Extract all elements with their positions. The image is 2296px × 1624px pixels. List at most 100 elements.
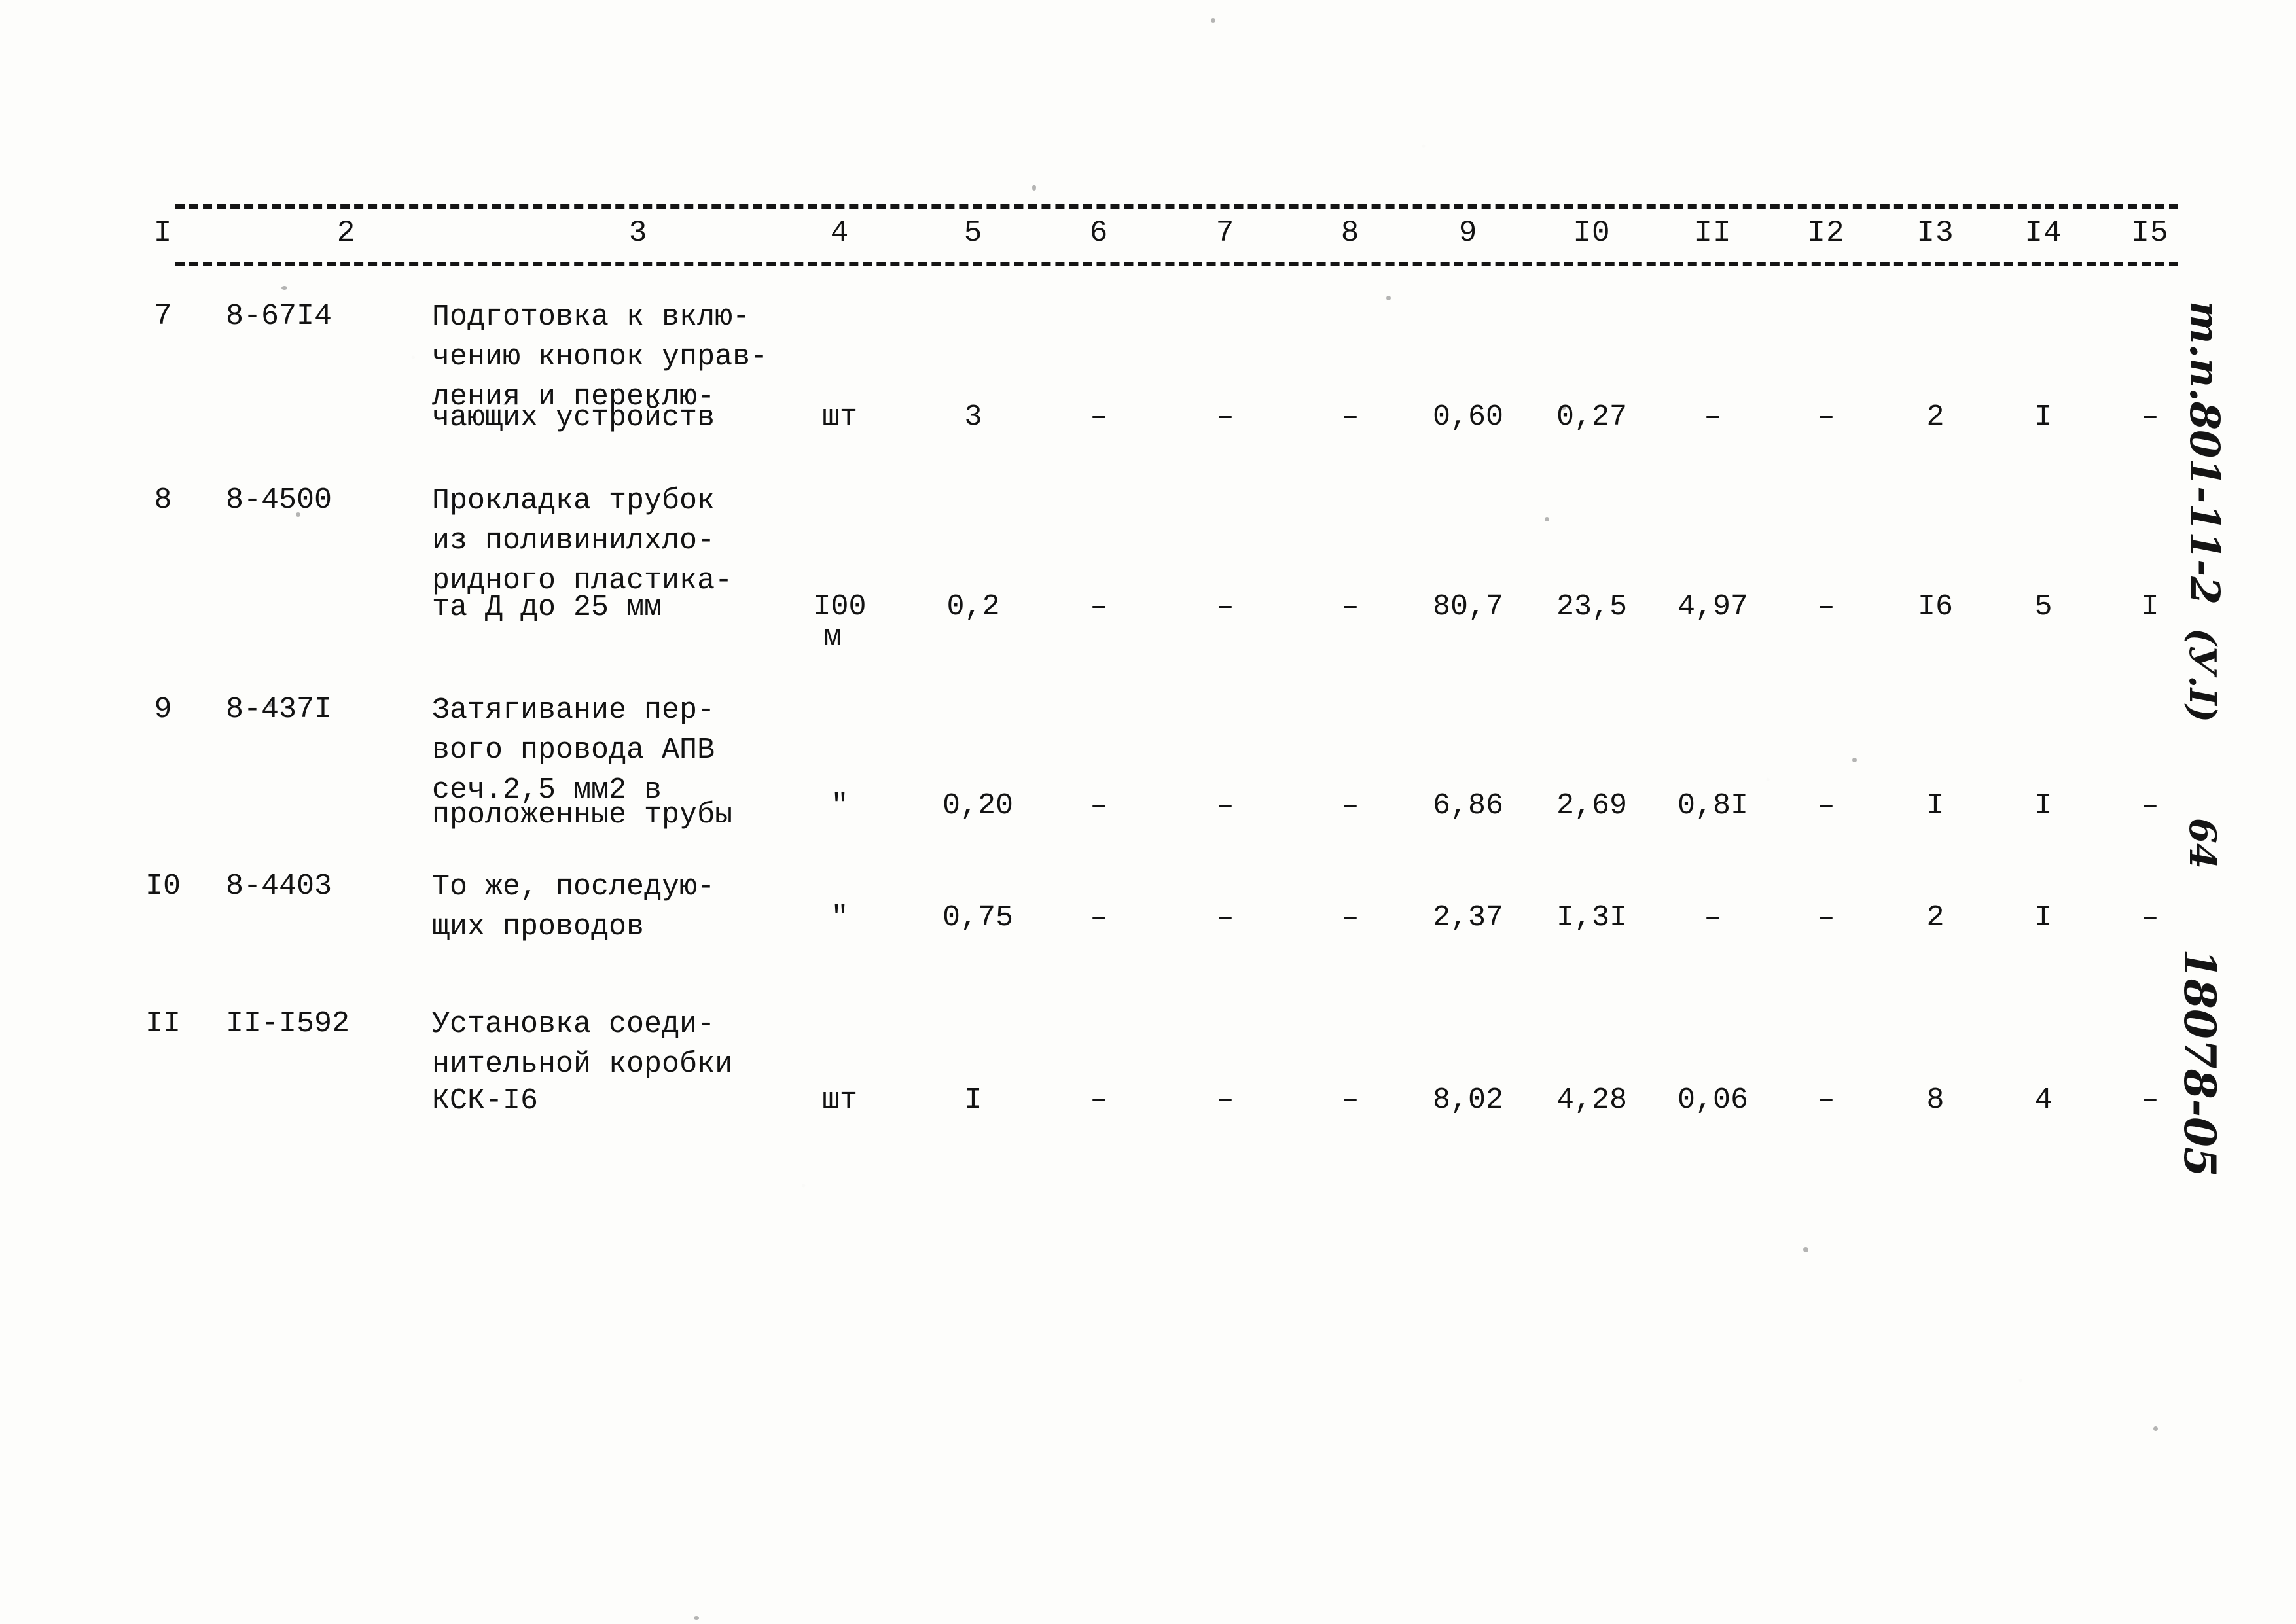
row-value: 0,20 <box>942 789 1014 822</box>
column-header-9: 9 <box>1458 216 1478 250</box>
row-value: – <box>1090 901 1108 934</box>
row-value: 80,7 <box>1432 590 1504 624</box>
row-name-line: Подготовка к вклю- <box>432 300 751 334</box>
row-name-line: чению кнопок управ- <box>432 340 768 374</box>
margin-note-archive-code: 18078-05 <box>2174 949 2225 1177</box>
row-value: – <box>1341 789 1359 822</box>
row-value: – <box>1216 901 1234 934</box>
row-code: 8-4500 <box>226 484 332 517</box>
row-unit: шт <box>821 1084 858 1117</box>
row-value: – <box>1090 789 1108 822</box>
row-value: – <box>1817 400 1835 434</box>
column-header-15: I5 <box>2131 216 2169 250</box>
column-header-7: 7 <box>1215 216 1235 250</box>
column-header-8: 8 <box>1340 216 1360 250</box>
row-name-line: Прокладка трубок <box>432 484 715 518</box>
column-header-10: I0 <box>1573 216 1611 250</box>
row-name-line: из поливинилхло- <box>432 524 715 557</box>
row-number: I0 <box>145 870 181 903</box>
row-code: 8-67I4 <box>226 300 332 333</box>
row-value: – <box>1090 1084 1108 1117</box>
row-number: 9 <box>154 693 172 726</box>
row-code: 8-437I <box>226 693 332 726</box>
row-name-line: Установка соеди- <box>432 1008 715 1041</box>
row-value: 0,8I <box>1677 789 1749 822</box>
row-value: 2,37 <box>1432 901 1504 934</box>
row-value: 4,28 <box>1556 1084 1628 1117</box>
margin-note-variant: (У.I) <box>2181 628 2224 723</box>
column-header-6: 6 <box>1089 216 1109 250</box>
row-code: II-I592 <box>226 1007 350 1040</box>
row-value: I <box>2034 400 2053 434</box>
column-header-13: I3 <box>1916 216 1954 250</box>
row-unit: " <box>831 789 849 822</box>
row-name-line: То же, последую- <box>432 870 715 904</box>
row-code: 8-4403 <box>226 870 332 903</box>
row-value: – <box>2141 1084 2159 1117</box>
row-value: 8,02 <box>1432 1084 1504 1117</box>
margin-note-series: т.п.801-11-2 <box>2181 301 2229 605</box>
row-value: I6 <box>1917 590 1954 624</box>
row-value: – <box>1341 901 1359 934</box>
row-unit: шт <box>821 400 858 434</box>
row-name-line: нительной коробки <box>432 1048 733 1081</box>
table-rule-top <box>175 204 2178 209</box>
row-value: – <box>2141 901 2159 934</box>
row-value: 2 <box>1926 400 1945 434</box>
table-rule-bottom <box>175 262 2178 266</box>
column-header-5: 5 <box>963 216 983 250</box>
column-header-4: 4 <box>830 216 850 250</box>
column-header-2: 2 <box>336 216 356 250</box>
measurement-table: I 2 3 4 5 6 7 8 9 I0 II I2 I3 I4 I5 7 8-… <box>0 0 2296 1624</box>
row-value: 0,2 <box>946 590 1000 624</box>
row-value: – <box>1216 789 1234 822</box>
column-header-3: 3 <box>628 216 648 250</box>
row-value: – <box>1216 1084 1234 1117</box>
row-value: 5 <box>2034 590 2053 624</box>
row-value: – <box>2141 789 2159 822</box>
row-name-line: вого провода АПВ <box>432 733 715 767</box>
column-header-14: I4 <box>2024 216 2062 250</box>
row-value: – <box>1341 1084 1359 1117</box>
row-value: – <box>1341 400 1359 434</box>
document-page: I 2 3 4 5 6 7 8 9 I0 II I2 I3 I4 I5 7 8-… <box>0 0 2296 1624</box>
row-value: I <box>2141 590 2159 624</box>
row-name-line: чающих устройств <box>432 401 715 434</box>
row-value: 6,86 <box>1432 789 1504 822</box>
row-value: 2 <box>1926 901 1945 934</box>
row-value: 0,27 <box>1556 400 1628 434</box>
row-value: I <box>1926 789 1945 822</box>
column-header-12: I2 <box>1807 216 1845 250</box>
column-header-1: I <box>153 216 173 250</box>
row-value: – <box>2141 400 2159 434</box>
row-value: 23,5 <box>1556 590 1628 624</box>
row-value: 0,06 <box>1677 1084 1749 1117</box>
row-number: 7 <box>154 300 172 333</box>
row-value: 3 <box>964 400 982 434</box>
row-value: 4,97 <box>1677 590 1749 624</box>
row-value: – <box>1817 901 1835 934</box>
row-name-line: КСК-I6 <box>432 1084 539 1118</box>
row-number: II <box>145 1007 181 1040</box>
row-value: – <box>1090 400 1108 434</box>
row-value: I <box>2034 789 2053 822</box>
row-value: – <box>1216 590 1234 624</box>
row-name-line: та Д до 25 мм <box>432 591 662 624</box>
row-value: 0,75 <box>942 901 1014 934</box>
row-name-line: проложенные трубы <box>432 798 733 832</box>
row-value: 0,60 <box>1432 400 1504 434</box>
row-value: – <box>1216 400 1234 434</box>
column-header-11: II <box>1694 216 1732 250</box>
row-value: – <box>1090 590 1108 624</box>
row-name-line: Затягивание пер- <box>432 694 715 727</box>
row-value: 4 <box>2034 1084 2053 1117</box>
margin-note-page: 64 <box>2181 818 2224 869</box>
row-value: – <box>1817 789 1835 822</box>
row-value: 8 <box>1926 1084 1945 1117</box>
row-unit: м <box>823 621 842 654</box>
row-unit: " <box>831 901 849 934</box>
row-number: 8 <box>154 484 172 517</box>
row-value: 2,69 <box>1556 789 1628 822</box>
row-value: I <box>964 1084 982 1117</box>
row-value: – <box>1817 590 1835 624</box>
